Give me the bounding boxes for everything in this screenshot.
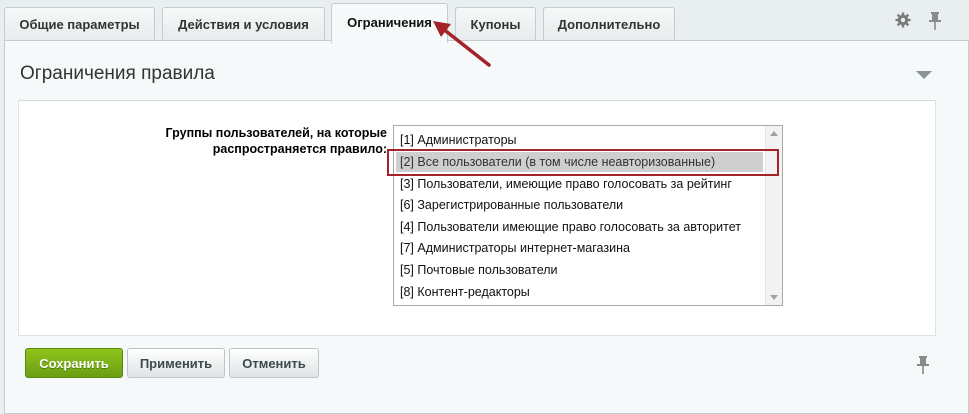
list-option[interactable]: [4] Пользователи имеющие право голосоват… xyxy=(400,217,741,237)
listbox-scrollbar[interactable] xyxy=(765,126,782,305)
save-button[interactable]: Сохранить xyxy=(25,348,123,378)
tab-actions[interactable]: Действия и условия xyxy=(162,7,325,41)
gear-icon[interactable] xyxy=(895,12,911,28)
tab-label: Действия и условия xyxy=(178,17,309,32)
section-title: Ограничения правила xyxy=(20,63,215,84)
tab-additional[interactable]: Дополнительно xyxy=(543,7,675,41)
tab-general[interactable]: Общие параметры xyxy=(4,7,155,41)
tab-label: Дополнительно xyxy=(557,17,661,32)
list-option-selected[interactable]: [2] Все пользователи (в том числе неавто… xyxy=(396,152,763,172)
form-area: Группы пользователей, на которые распрос… xyxy=(18,100,936,336)
list-option[interactable]: [1] Администраторы xyxy=(400,130,517,150)
list-option[interactable]: [5] Почтовые пользователи xyxy=(400,260,558,280)
cancel-button[interactable]: Отменить xyxy=(229,348,319,378)
user-groups-listbox[interactable]: [1] Администраторы [2] Все пользователи … xyxy=(393,125,783,306)
pin-icon[interactable] xyxy=(917,356,929,374)
tab-label: Общие параметры xyxy=(19,17,140,32)
pin-icon[interactable] xyxy=(929,12,941,30)
list-option[interactable]: [6] Зарегистрированные пользователи xyxy=(400,195,623,215)
scroll-up-icon[interactable] xyxy=(770,131,778,136)
apply-button[interactable]: Применить xyxy=(127,348,225,378)
list-option[interactable]: [8] Контент-редакторы xyxy=(400,282,530,302)
list-option[interactable]: [3] Пользователи, имеющие право голосова… xyxy=(400,174,732,194)
collapse-arrow-icon[interactable] xyxy=(916,71,932,79)
annotation-arrow-icon xyxy=(433,21,491,67)
scroll-down-icon[interactable] xyxy=(770,295,778,300)
user-groups-label: Группы пользователей, на которые распрос… xyxy=(165,126,387,156)
list-option[interactable]: [7] Администраторы интернет-магазина xyxy=(400,238,630,258)
